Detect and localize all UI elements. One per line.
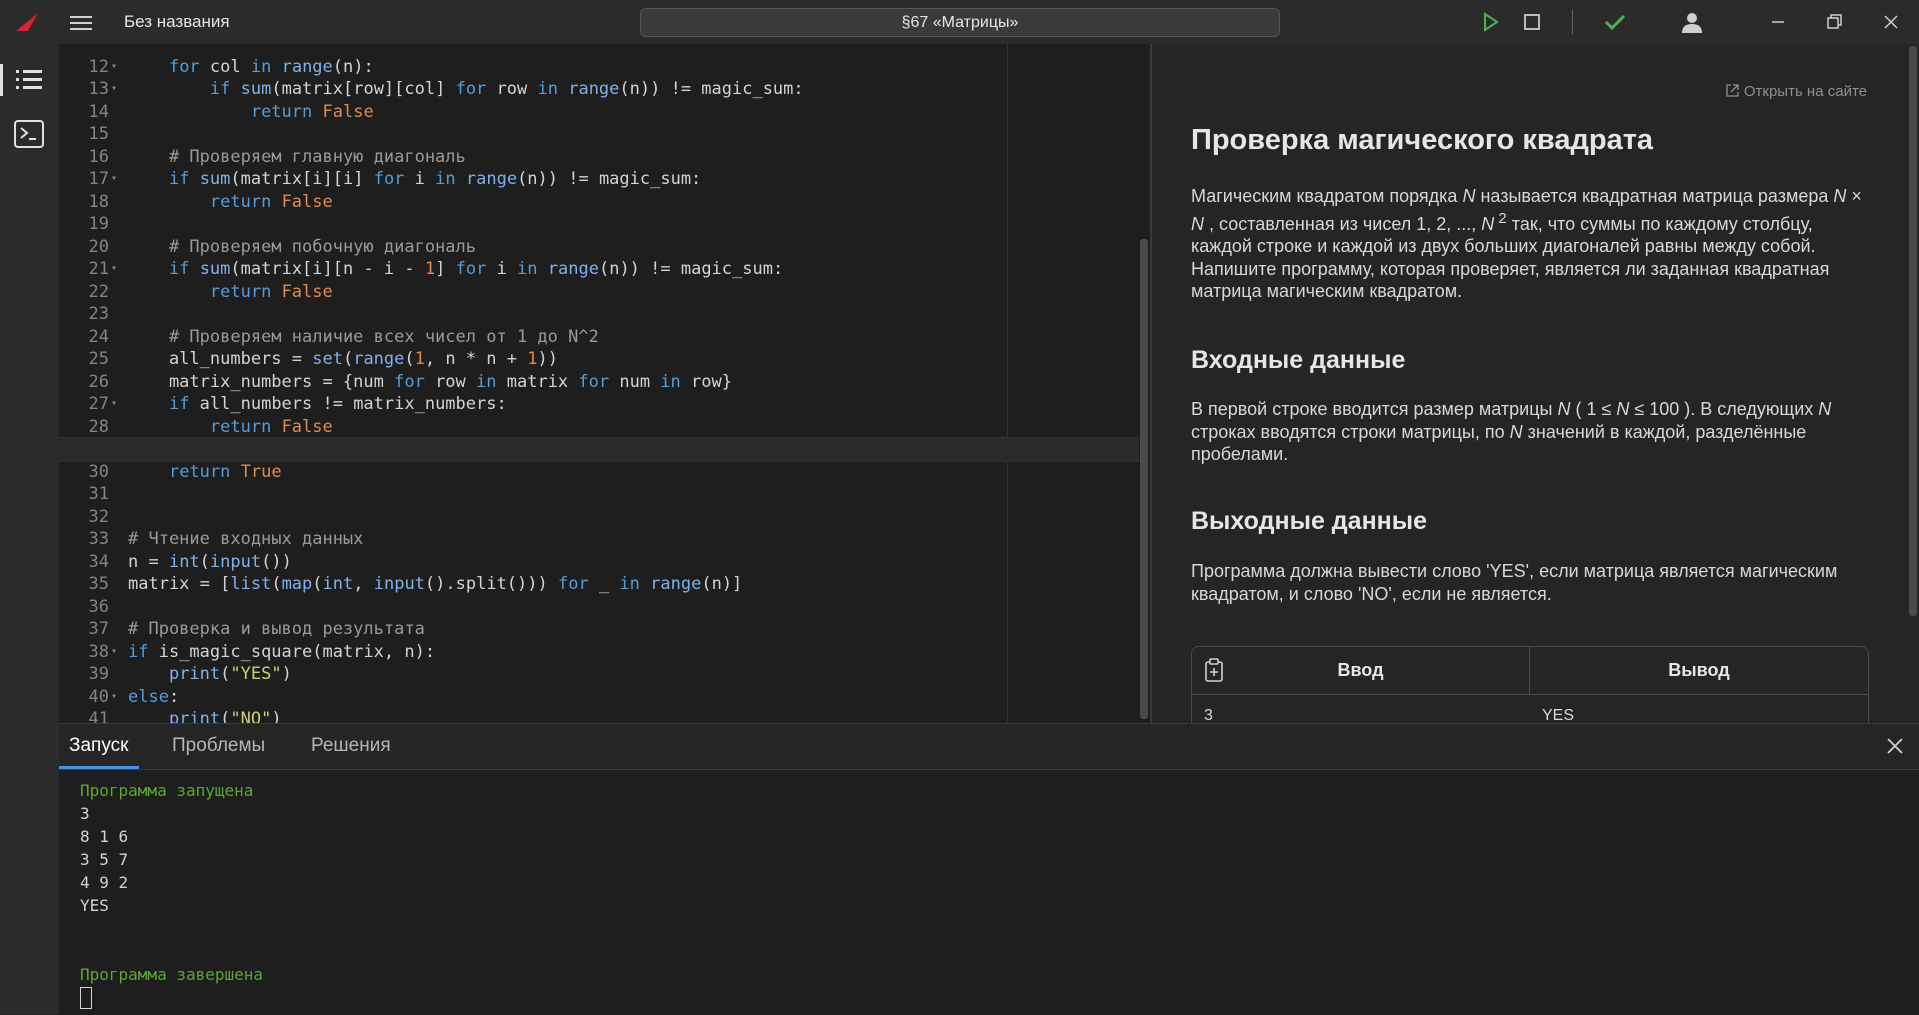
check-icon[interactable] (1603, 10, 1627, 34)
document-title: Без названия (124, 12, 230, 31)
close-window-icon[interactable] (1879, 10, 1903, 34)
code-line[interactable]: 16 # Проверяем главную диагональ (59, 123, 1139, 167)
code-line[interactable]: 31 (59, 461, 1139, 504)
code-line[interactable]: 33 # Чтение входных данных (59, 506, 1139, 549)
code-line[interactable]: 29 (59, 416, 1139, 459)
code-line[interactable]: 13 ▾ if sum(matrix[row][col] for row in r… (59, 56, 1139, 99)
code-line[interactable]: 39 print("YES") (59, 641, 1139, 684)
active-tab-indicator (59, 766, 139, 769)
activity-task-list[interactable] (0, 58, 59, 102)
console-input-cursor[interactable] (80, 987, 92, 1009)
tab-run[interactable]: Запуск (69, 735, 128, 757)
task-panel: Открыть на сайте Проверка магического кв… (1152, 44, 1919, 723)
code-line[interactable]: 37 # Проверка и вывод результата (59, 596, 1139, 639)
examples-table: Ввод Вывод 3 YES (1191, 646, 1869, 723)
editor-scrollbar[interactable] (1140, 239, 1148, 719)
task-scrollbar[interactable] (1909, 46, 1917, 616)
code-line[interactable]: 15 (59, 101, 1139, 144)
code-line[interactable]: 40 ▾ else: (59, 663, 1139, 707)
bottom-panel: Запуск Проблемы Решения Программа запуще… (59, 723, 1919, 1015)
close-panel-icon[interactable] (1885, 736, 1905, 756)
console-program-output: 3 8 1 6 3 5 7 4 9 2 YES (80, 804, 129, 915)
code-line[interactable]: 38 ▾ if is_magic_square(matrix, n): (59, 618, 1139, 662)
code-line[interactable]: 23 (59, 281, 1139, 324)
lesson-title[interactable]: §67 «Матрицы» (640, 8, 1280, 37)
stop-icon[interactable] (1520, 10, 1544, 34)
code-line[interactable]: 18 return False (59, 168, 1139, 212)
table-header-input: Ввод (1192, 647, 1530, 695)
run-icon[interactable] (1478, 10, 1502, 34)
tab-solutions[interactable]: Решения (311, 735, 391, 757)
code-line[interactable]: 42 (59, 708, 1139, 723)
code-line[interactable]: 41 print("NO") (59, 686, 1139, 723)
list-icon (16, 70, 42, 89)
menu-button[interactable] (70, 12, 92, 32)
activity-bar (0, 44, 59, 1014)
terminal-icon (14, 120, 44, 148)
code-editor[interactable]: 12 ▾ for col in range(n): 13 ▾ if sum(matr… (59, 44, 1150, 723)
current-code-line[interactable]: 30 return True (59, 437, 1139, 482)
user-icon[interactable] (1680, 10, 1704, 34)
code-line[interactable]: 27 ▾ if all_numbers != matrix_numbers: (59, 371, 1139, 414)
code-line[interactable]: 36 (59, 573, 1139, 617)
input-section-title: Входные данные (1191, 346, 1406, 374)
code-line[interactable]: 35 matrix = [list(map(int, input().split(… (59, 551, 1139, 594)
console-finished-status: Программа завершена (80, 965, 264, 984)
code-line[interactable]: 22 return False (59, 258, 1139, 302)
input-description: В первой строке вводится размер матрицы … (1191, 399, 1832, 464)
console-started-status: Программа запущена (80, 781, 254, 800)
console-output[interactable]: Программа запущена 3 8 1 6 3 5 7 4 9 2 Y… (80, 779, 263, 986)
bottom-tabs: Запуск Проблемы Решения (59, 724, 1919, 770)
code-line[interactable]: 19 (59, 191, 1139, 234)
restore-icon[interactable] (1822, 10, 1846, 34)
open-site-label: Открыть на сайте (1743, 83, 1867, 100)
example-input-cell: 3 (1204, 707, 1213, 723)
code-line[interactable]: 34 n = int(input()) (59, 528, 1139, 572)
activity-terminal[interactable] (0, 112, 59, 156)
code-line[interactable]: 12 ▾ for col in range(n): (59, 44, 1139, 77)
toolbar-separator (1572, 10, 1573, 34)
code-line[interactable]: 25 all_numbers = set(range(1, n * n + 1)… (59, 326, 1139, 369)
open-site-link[interactable]: Открыть на сайте (1725, 83, 1867, 100)
code-line[interactable]: 26 matrix_numbers = {num for row in matr… (59, 348, 1139, 392)
app-logo-icon (16, 13, 38, 31)
code-line[interactable]: 20 # Проверяем побочную диагональ (59, 213, 1139, 257)
table-header-output: Вывод (1530, 647, 1868, 695)
code-line[interactable]: 24 # Проверяем наличие всех чисел от 1 д… (59, 303, 1139, 347)
task-title: Проверка магического квадрата (1191, 124, 1654, 156)
minimize-icon[interactable] (1766, 10, 1790, 34)
output-section-title: Выходные данные (1191, 507, 1428, 535)
code-line[interactable]: 32 (59, 483, 1139, 527)
title-bar: Без названия §67 «Матрицы» (0, 0, 1919, 44)
external-link-icon (1726, 84, 1739, 97)
code-line[interactable]: 28 return False (59, 393, 1139, 437)
task-description: Магическим квадратом порядка N называетс… (1191, 186, 1862, 301)
tab-problems[interactable]: Проблемы (172, 735, 265, 757)
output-description: Программа должна вывести слово 'YES', ес… (1191, 561, 1838, 604)
example-output-cell: YES (1542, 707, 1575, 723)
code-line[interactable]: 17 ▾ if sum(matrix[i][i] for i in range(n… (59, 146, 1139, 189)
code-line[interactable]: 14 return False (59, 78, 1139, 122)
copy-clipboard-icon[interactable] (1204, 658, 1224, 682)
code-line[interactable]: 21 ▾ if sum(matrix[i][n - i - 1] for i in… (59, 236, 1139, 279)
